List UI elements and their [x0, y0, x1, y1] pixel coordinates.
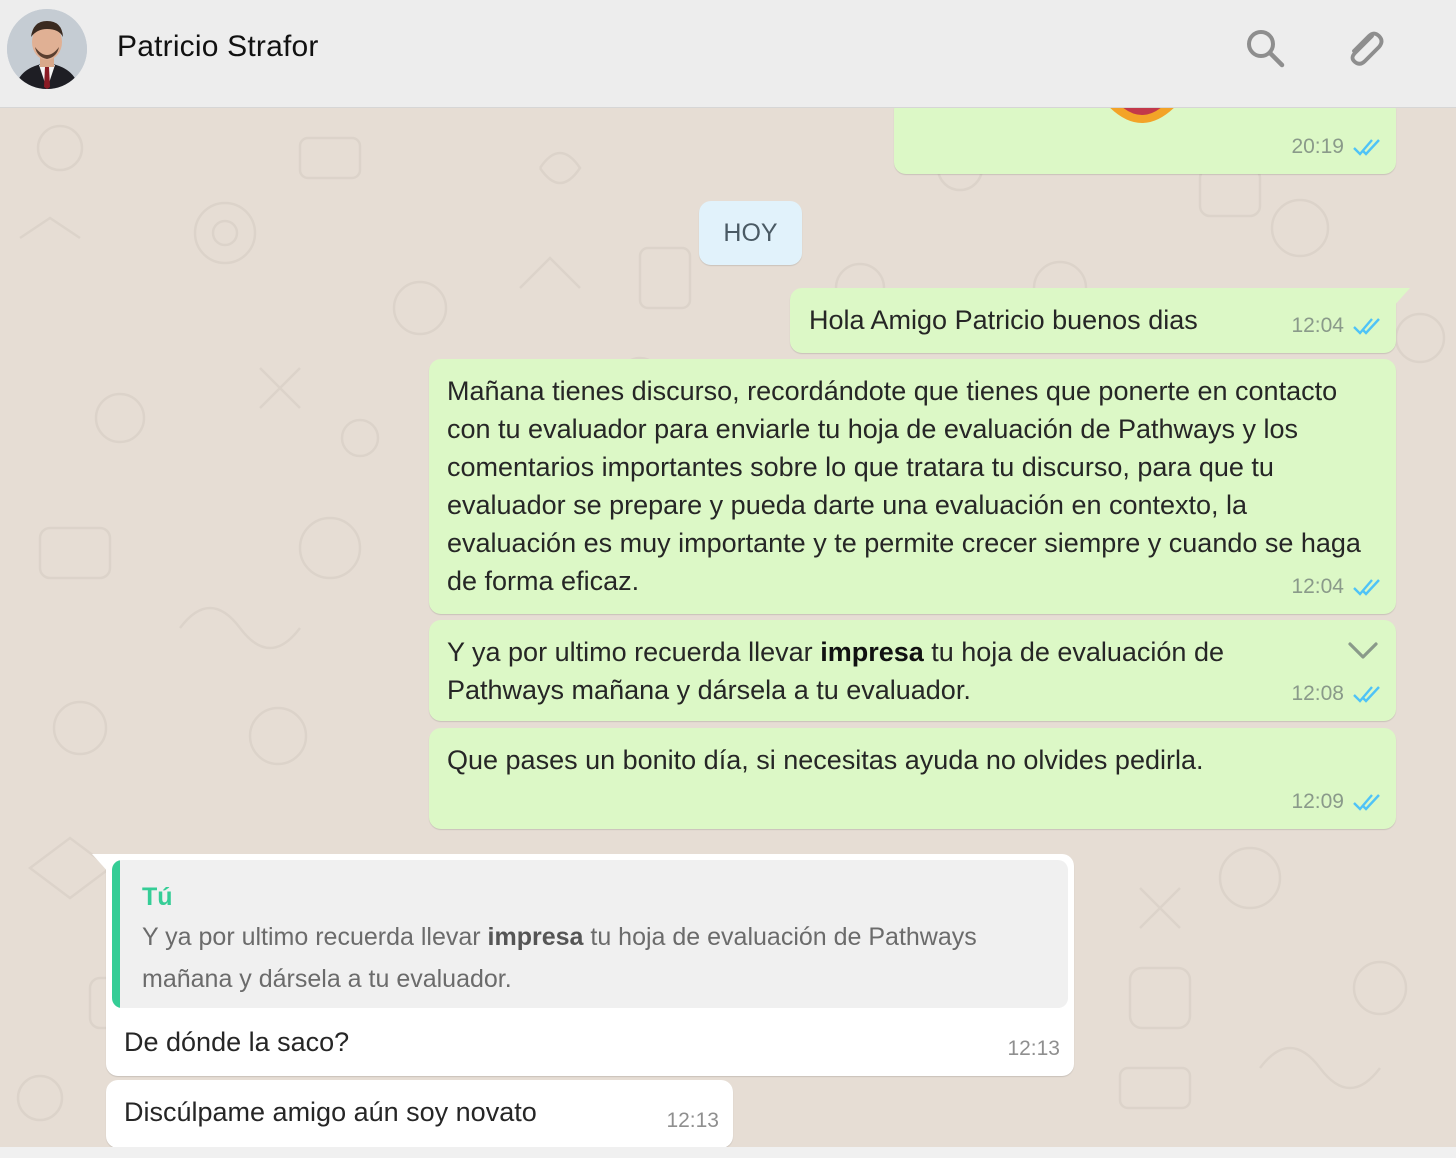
message-time: 12:09: [1291, 790, 1344, 813]
chevron-down-icon[interactable]: [1346, 638, 1380, 662]
message-text: Y ya por ultimo recuerda llevar impresa …: [447, 633, 1327, 709]
message-time: 12:13: [1007, 1037, 1060, 1060]
chat-window: Patricio Strafor 20:19 HOY Hola Amigo Pa…: [0, 0, 1456, 1158]
contact-name[interactable]: Patricio Strafor: [117, 30, 319, 64]
message-bubble-incoming[interactable]: Tú Y ya por ultimo recuerda llevar impre…: [92, 854, 1074, 1076]
quote-accent-bar: [112, 860, 120, 1008]
read-receipt-icon: [1353, 579, 1380, 596]
message-bubble-outgoing[interactable]: Mañana tienes discurso, recordándote que…: [429, 359, 1396, 614]
message-bubble-outgoing[interactable]: Hola Amigo Patricio buenos dias 12:04: [790, 288, 1410, 353]
message-meta: 20:19: [1291, 128, 1382, 166]
read-receipt-icon: [1353, 794, 1380, 811]
message-meta: 12:13: [666, 1102, 719, 1140]
message-text: Hola Amigo Patricio buenos dias: [809, 305, 1198, 335]
message-bubble-outgoing[interactable]: Que pases un bonito día, si necesitas ay…: [429, 728, 1396, 829]
avatar[interactable]: [7, 9, 87, 89]
message-meta: 12:08: [1291, 675, 1382, 713]
bubble-tail: [1392, 288, 1410, 308]
chat-header: Patricio Strafor: [0, 0, 1456, 108]
message-bubble-incoming[interactable]: Discúlpame amigo aún soy novato 12:13: [106, 1080, 733, 1148]
paperclip-icon[interactable]: [1342, 26, 1386, 70]
quoted-message[interactable]: Tú Y ya por ultimo recuerda llevar impre…: [112, 860, 1068, 1008]
read-receipt-icon: [1353, 318, 1380, 335]
message-bubble-outgoing[interactable]: Y ya por ultimo recuerda llevar impresa …: [429, 620, 1396, 721]
message-time: 12:13: [666, 1109, 719, 1132]
quote-text: Y ya por ultimo recuerda llevar impresa …: [142, 916, 1044, 1000]
composer-edge: [0, 1147, 1456, 1158]
message-meta: 12:04: [1291, 568, 1382, 606]
read-receipt-icon: [1353, 686, 1380, 703]
message-meta: 12:09: [1291, 783, 1382, 821]
search-icon[interactable]: [1243, 26, 1287, 70]
message-time: 20:19: [1291, 135, 1344, 158]
quote-text-part: Y ya por ultimo recuerda llevar: [142, 923, 488, 951]
message-bubble-outgoing[interactable]: 20:19: [894, 108, 1396, 174]
message-text: Discúlpame amigo aún soy novato: [124, 1097, 537, 1127]
quote-author: Tú: [142, 883, 173, 911]
message-time: 12:04: [1291, 314, 1344, 337]
read-receipt-icon: [1353, 139, 1380, 156]
message-text-bold: impresa: [820, 637, 924, 667]
message-text-part: Y ya por ultimo recuerda llevar: [447, 637, 821, 667]
message-text: De dónde la saco?: [124, 1027, 350, 1057]
emoji-sticker-icon: [1110, 108, 1174, 123]
message-time: 12:08: [1291, 682, 1344, 705]
message-meta: 12:04: [1291, 307, 1382, 345]
day-divider: HOY: [699, 201, 802, 265]
quote-text-bold: impresa: [487, 923, 584, 951]
message-list[interactable]: 20:19 HOY Hola Amigo Patricio buenos dia…: [0, 108, 1456, 1158]
message-text: Mañana tienes discurso, recordándote que…: [447, 376, 1369, 596]
message-text: Que pases un bonito día, si necesitas ay…: [447, 745, 1204, 775]
message-time: 12:04: [1291, 575, 1344, 598]
bubble-tail: [92, 854, 110, 874]
message-meta: 12:13: [1007, 1030, 1060, 1068]
